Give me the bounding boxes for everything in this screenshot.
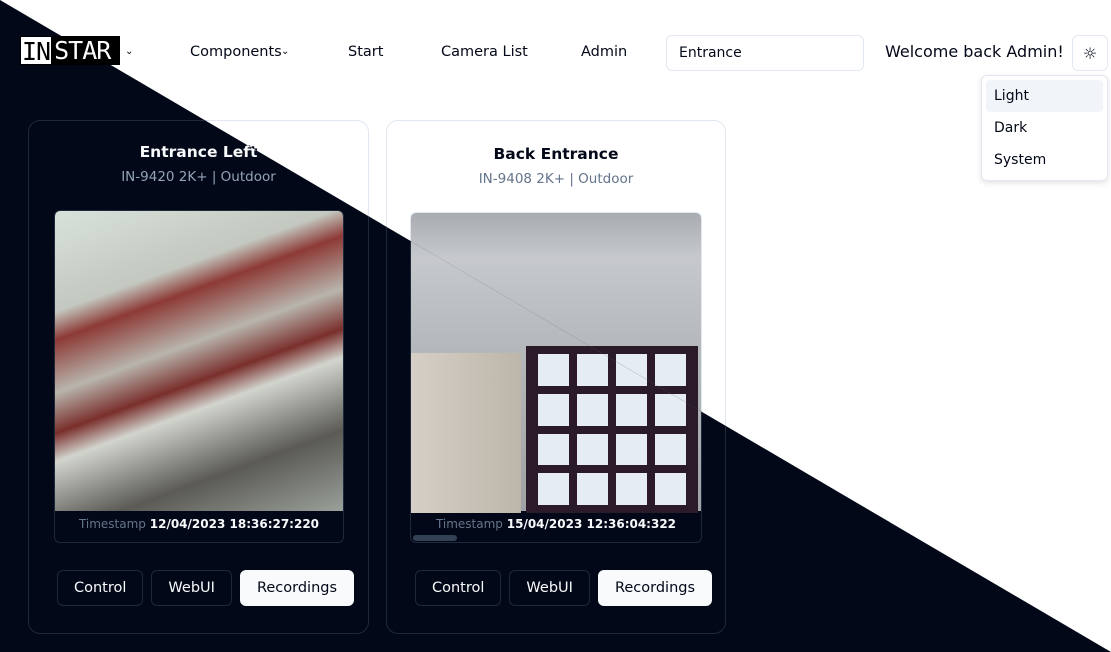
theme-toggle-button[interactable]: ☼ [1072, 35, 1108, 71]
webui-button[interactable]: WebUI [151, 570, 232, 606]
recordings-button[interactable]: Recordings [239, 570, 355, 606]
welcome-text: Welcome back Admin! [885, 42, 1064, 61]
horizontal-scrollbar[interactable] [413, 535, 457, 541]
camera-name: Back Entrance [493, 145, 619, 163]
nav-admin[interactable]: Admin [581, 44, 627, 60]
theme-option-light[interactable]: Light [986, 80, 1103, 112]
control-button[interactable]: Control [57, 570, 144, 606]
camera-snapshot [55, 211, 343, 511]
nav-camera-list[interactable]: Camera List [441, 44, 528, 60]
chevron-down-icon[interactable]: ⌄ [125, 46, 133, 57]
theme-option-dark[interactable]: Dark [986, 112, 1103, 144]
control-button[interactable]: Control [415, 570, 502, 606]
timestamp: Timestamp 12/04/2023 18:36:27:220 [78, 517, 320, 531]
theme-option-system[interactable]: System [986, 144, 1103, 176]
sun-icon: ☼ [1082, 43, 1098, 63]
nav-start[interactable]: Start [348, 44, 383, 60]
chevron-down-icon: ⌄ [281, 46, 290, 57]
camera-card: Entrance Left IN-9420 2K+ | Outdoor Time… [28, 120, 369, 634]
webui-button[interactable]: WebUI [509, 570, 590, 606]
camera-model: IN-9408 2K+ | Outdoor [478, 171, 634, 187]
nav-components[interactable]: Components [190, 44, 282, 60]
theme-menu: Light Dark System [981, 75, 1108, 181]
timestamp: Timestamp 15/04/2023 12:36:04:322 [435, 517, 677, 531]
search-input[interactable] [666, 35, 864, 71]
recordings-button[interactable]: Recordings [597, 570, 713, 606]
camera-stream[interactable]: Timestamp 12/04/2023 18:36:27:220 [54, 210, 344, 543]
